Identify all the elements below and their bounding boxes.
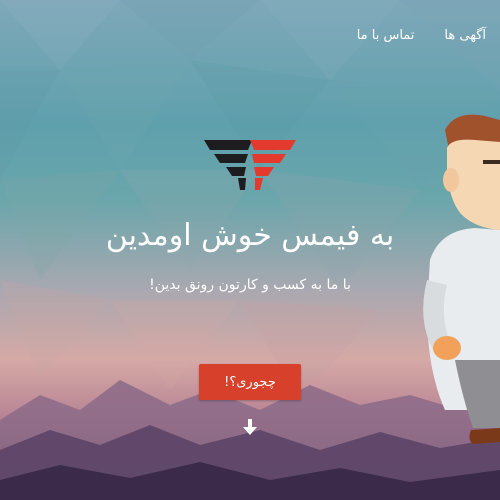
nav-item-contact[interactable]: تماس با ما [357,28,415,43]
cartoon-character [423,114,500,444]
famous-logo [204,140,296,190]
how-button[interactable]: چجوری؟! [199,364,301,400]
top-nav: آگهی ها تماس با ما [357,28,486,43]
nav-item-ads[interactable]: آگهی ها [444,28,486,43]
arrow-down-icon[interactable] [241,418,259,436]
